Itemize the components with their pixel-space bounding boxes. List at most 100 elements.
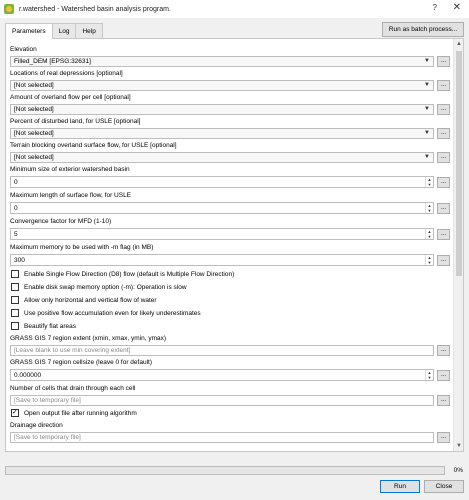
disturbed-land-value: [Not selected] [14,129,54,137]
progress-percent: 0% [453,467,463,474]
spin-arrows-icon[interactable]: ▲ ▼ [425,370,433,380]
positive-accumulation-checkbox[interactable] [11,309,19,317]
disturbed-land-combo[interactable]: [Not selected] ▼ [10,127,434,139]
disturbed-land-browse-button[interactable]: ... [437,127,450,139]
region-extent-input[interactable]: [Leave blank to use min covering extent] [10,344,434,356]
threshold-spinbox[interactable]: 0 ▲ ▼ [10,176,434,188]
single-flow-label: Enable Single Flow Direction (D8) flow (… [24,270,235,278]
flag-beautify[interactable]: Beautify flat areas [10,320,450,332]
beautify-checkbox[interactable] [11,322,19,330]
max-slope-length-value: 0 [14,204,18,212]
elevation-combo[interactable]: Filled_DEM [EPSG:32631] ▼ [10,55,434,67]
drainage-output-input[interactable]: [Save to temporary file] [10,431,434,443]
convergence-spinbox[interactable]: 5 ▲ ▼ [10,228,434,240]
flag-single-flow[interactable]: Enable Single Flow Direction (D8) flow (… [10,268,450,280]
depressions-label: Locations of real depressions [optional] [10,70,123,77]
open-output-label: Open output file after running algorithm [24,409,137,417]
chevron-down-icon: ▼ [424,105,430,112]
tab-bar: Parameters Log Help [5,23,103,39]
blocking-value: [Not selected] [14,153,54,161]
memory-value: 300 [14,256,25,264]
parameters-form: Elevation Filled_DEM [EPSG:32631] ▼ ... … [10,43,450,444]
help-icon[interactable]: ? [433,3,437,12]
elevation-browse-button[interactable]: ... [437,55,450,67]
beautify-label: Beautify flat areas [24,322,77,330]
convergence-label: Convergence factor for MFD (1-10) [10,218,112,225]
accumulation-output-input[interactable]: [Save to temporary file] [10,394,434,406]
spin-arrows-icon[interactable]: ▲ ▼ [425,255,433,265]
chevron-down-icon: ▼ [424,81,430,88]
drainage-browse-button[interactable]: ... [437,431,450,443]
threshold-label: Minimum size of exterior watershed basin [10,166,130,173]
overland-flow-label: Amount of overland flow per cell [option… [10,94,131,101]
overland-flow-combo[interactable]: [Not selected] ▼ [10,103,434,115]
region-extent-label: GRASS GIS 7 region extent (xmin, xmax, y… [10,335,167,342]
run-button[interactable]: Run [380,480,420,493]
max-slope-length-spinbox[interactable]: 0 ▲ ▼ [10,202,434,214]
flag-positive-accumulation[interactable]: Use positive flow accumulation even for … [10,307,450,319]
disk-swap-checkbox[interactable] [11,283,19,291]
horizontal-vertical-checkbox[interactable] [11,296,19,304]
tab-log[interactable]: Log [51,23,77,38]
memory-label: Maximum memory to be used with -m flag (… [10,244,154,251]
spin-arrows-icon[interactable]: ▲ ▼ [425,203,433,213]
scroll-thumb[interactable] [456,51,462,276]
flag-disk-swap[interactable]: Enable disk swap memory option (-m): Ope… [10,281,450,293]
window-titlebar: r.watershed - Watershed basin analysis p… [0,0,469,18]
elevation-value: Filled_DEM [EPSG:32631] [14,57,91,65]
scroll-up-icon[interactable]: ▲ [454,39,463,49]
close-button[interactable]: Close [424,480,464,493]
accumulation-browse-button[interactable]: ... [437,394,450,406]
convergence-value: 5 [14,230,18,238]
chevron-down-icon: ▼ [424,129,430,136]
blocking-label: Terrain blocking overland surface flow, … [10,142,177,149]
region-extent-placeholder: [Leave blank to use min covering extent] [14,346,131,354]
close-icon[interactable]: ✕ [453,2,461,13]
memory-options-button[interactable]: ... [437,254,450,266]
max-slope-length-label: Maximum length of surface flow, for USLE [10,192,132,199]
disturbed-land-label: Percent of disturbed land, for USLE [opt… [10,118,141,125]
accumulation-placeholder: [Save to temporary file] [14,396,81,404]
region-cellsize-value: 0.000000 [14,371,42,379]
depressions-value: [Not selected] [14,81,54,89]
region-cellsize-spinbox[interactable]: 0.000000 ▲ ▼ [10,369,434,381]
scroll-down-icon[interactable]: ▼ [454,441,463,451]
progress-bar [5,466,445,475]
parameters-panel: Elevation Filled_DEM [EPSG:32631] ▼ ... … [5,38,464,452]
qgis-app-icon [4,4,14,14]
single-flow-checkbox[interactable] [11,270,19,278]
spin-arrows-icon[interactable]: ▲ ▼ [425,229,433,239]
memory-spinbox[interactable]: 300 ▲ ▼ [10,254,434,266]
drainage-label: Drainage direction [10,422,63,429]
blocking-browse-button[interactable]: ... [437,151,450,163]
flag-horizontal-vertical[interactable]: Allow only horizontal and vertical flow … [10,294,450,306]
run-as-batch-button[interactable]: Run as batch process... [382,22,464,37]
spin-arrows-icon[interactable]: ▲ ▼ [425,177,433,187]
vertical-scrollbar[interactable]: ▲ ▼ [453,39,463,451]
overland-flow-browse-button[interactable]: ... [437,103,450,115]
depressions-browse-button[interactable]: ... [437,79,450,91]
elevation-label: Elevation [10,46,37,53]
max-slope-length-options-button[interactable]: ... [437,202,450,214]
tab-help[interactable]: Help [75,23,103,38]
threshold-value: 0 [14,178,18,186]
chevron-down-icon: ▼ [424,57,430,64]
accumulation-label: Number of cells that drain through each … [10,385,136,392]
disk-swap-label: Enable disk swap memory option (-m): Ope… [24,283,187,291]
depressions-combo[interactable]: [Not selected] ▼ [10,79,434,91]
positive-accumulation-label: Use positive flow accumulation even for … [24,309,201,317]
open-output-row[interactable]: Open output file after running algorithm [10,407,450,419]
blocking-combo[interactable]: [Not selected] ▼ [10,151,434,163]
tab-parameters[interactable]: Parameters [5,23,53,39]
open-output-checkbox[interactable] [11,408,19,417]
window-title: r.watershed - Watershed basin analysis p… [19,5,171,13]
overland-flow-value: [Not selected] [14,105,54,113]
region-cellsize-label: GRASS GIS 7 region cellsize (leave 0 for… [10,359,152,366]
convergence-options-button[interactable]: ... [437,228,450,240]
threshold-options-button[interactable]: ... [437,176,450,188]
drainage-placeholder: [Save to temporary file] [14,433,81,441]
region-cellsize-options-button[interactable]: ... [437,369,450,381]
chevron-down-icon: ▼ [424,153,430,160]
region-extent-browse-button[interactable]: ... [437,344,450,356]
horizontal-vertical-label: Allow only horizontal and vertical flow … [24,296,157,304]
